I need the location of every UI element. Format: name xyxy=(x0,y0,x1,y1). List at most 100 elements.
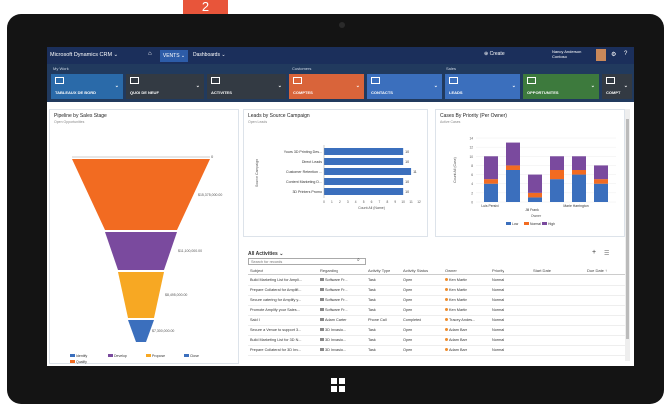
legend-label: Qualify xyxy=(76,360,87,364)
case-bar-segment[interactable] xyxy=(594,183,608,202)
help-icon[interactable]: ? xyxy=(624,51,627,57)
tile-contacts[interactable]: ⌄ CONTACTS xyxy=(367,74,442,99)
user-info[interactable]: Nancy Anderson Contoso xyxy=(552,49,581,59)
table-cell[interactable]: Software Fr... xyxy=(320,278,348,282)
table-cell: Task xyxy=(368,328,376,332)
lead-bar[interactable] xyxy=(324,148,404,155)
column-header[interactable]: Subject xyxy=(250,268,263,273)
case-bar-segment[interactable] xyxy=(594,179,608,184)
scrollbar-thumb[interactable] xyxy=(626,119,629,339)
lead-bar[interactable] xyxy=(324,158,404,165)
table-cell[interactable]: Build Marketing List for 3D N... xyxy=(250,338,302,342)
table-row[interactable]: Secure catering for Amplify y... Software… xyxy=(248,296,628,306)
case-bar-segment[interactable] xyxy=(550,156,564,170)
case-bar-segment[interactable] xyxy=(506,165,520,170)
column-header[interactable]: Activity Status xyxy=(403,268,428,273)
table-cell[interactable]: Adam Barr xyxy=(445,338,467,342)
table-cell[interactable]: Prepare Collateral for 3D Inv... xyxy=(250,348,301,352)
column-header[interactable]: Due Date ↑ xyxy=(587,268,607,273)
case-bar-segment[interactable] xyxy=(594,165,608,180)
app-title[interactable]: Microsoft Dynamics CRM ⌄ xyxy=(50,52,118,58)
tile-opportunites[interactable]: ⌄ OPPORTUNITES xyxy=(523,74,599,99)
table-cell[interactable]: Adam Barr xyxy=(445,328,467,332)
search-icon[interactable]: ⌕ xyxy=(357,257,360,263)
case-bar-segment[interactable] xyxy=(572,174,586,202)
table-cell[interactable]: Software Fr... xyxy=(320,298,348,302)
table-cell[interactable]: Software Fr... xyxy=(320,308,348,312)
table-cell[interactable]: 3D Invasio... xyxy=(320,338,346,342)
case-bar-segment[interactable] xyxy=(572,170,586,175)
create-button[interactable]: ⊕ Create xyxy=(484,51,505,57)
gear-icon[interactable]: ⚙ xyxy=(611,51,616,58)
table-row[interactable]: Secure a Venue to support 3... 3D Invasio… xyxy=(248,326,628,336)
table-cell: Open xyxy=(403,278,413,282)
case-bar-segment[interactable] xyxy=(484,156,498,180)
funnel-top-label: 0 xyxy=(211,154,214,159)
case-bar-segment[interactable] xyxy=(506,170,520,202)
lead-bar[interactable] xyxy=(324,168,412,175)
table-row[interactable]: Prepare Collateral for 3D Inv... 3D Invas… xyxy=(248,346,628,356)
page-scrollbar[interactable] xyxy=(625,109,630,361)
owner-text: Ken Martin xyxy=(449,278,468,282)
tile-comptes[interactable]: ⌄ COMPTES xyxy=(289,74,364,99)
table-cell[interactable]: Ken Martin xyxy=(445,298,467,302)
table-cell[interactable]: Said I xyxy=(250,318,260,322)
column-header[interactable]: Priority xyxy=(492,268,504,273)
case-bar-segment[interactable] xyxy=(484,183,498,202)
tile-leads[interactable]: ⌄ LEADS xyxy=(445,74,520,99)
case-bar-segment[interactable] xyxy=(572,156,586,170)
case-bar-segment[interactable] xyxy=(506,142,520,166)
lead-bar[interactable] xyxy=(324,178,404,185)
case-bar-segment[interactable] xyxy=(528,197,542,202)
table-row[interactable]: Said I Adam Carter Phone Call Completed Trac… xyxy=(248,316,628,326)
grid-view-icon[interactable]: ☰ xyxy=(604,250,609,257)
table-cell: Open xyxy=(403,288,413,292)
nav-sales[interactable]: VENTS ⌄ xyxy=(160,50,188,62)
table-cell[interactable]: Tracey Andes... xyxy=(445,318,475,322)
case-bar-segment[interactable] xyxy=(484,179,498,184)
table-cell[interactable]: 3D Invasio... xyxy=(320,328,346,332)
nav-dashboards[interactable]: Dashboards ⌄ xyxy=(193,52,226,58)
table-cell[interactable]: Adam Carter xyxy=(320,318,347,322)
table-cell[interactable]: Secure a Venue to support 3... xyxy=(250,328,301,332)
table-cell[interactable]: Promote Amplify your Sales... xyxy=(250,308,300,312)
case-bar-segment[interactable] xyxy=(528,174,542,193)
record-icon xyxy=(320,348,324,351)
cases-y-tick: 2 xyxy=(471,191,473,195)
column-header[interactable]: Owner xyxy=(445,268,457,273)
add-icon[interactable]: + xyxy=(592,249,596,256)
table-row[interactable]: Build Marketing List for 3D N... 3D Invas… xyxy=(248,336,628,346)
column-header[interactable]: Start Date xyxy=(533,268,551,273)
search-input[interactable] xyxy=(248,258,366,265)
table-cell[interactable]: Adam Barr xyxy=(445,348,467,352)
cases-y-label: Count:All (Case) xyxy=(453,157,457,183)
tile-tableaux-de-bord[interactable]: ⌄ TABLEAUX DE BORD xyxy=(51,74,123,99)
table-row[interactable]: Promote Amplify your Sales... Software Fr… xyxy=(248,306,628,316)
crm-screen: Microsoft Dynamics CRM ⌄ ⌂ VENTS ⌄ Dashb… xyxy=(47,47,634,366)
table-row[interactable]: Build Marketing List for Ampli... Softwar… xyxy=(248,276,628,286)
windows-logo-icon[interactable] xyxy=(331,378,345,392)
table-cell[interactable]: Ken Martin xyxy=(445,288,467,292)
table-cell[interactable]: Software Fr... xyxy=(320,288,348,292)
tile-activites[interactable]: ⌄ ACTIVITES xyxy=(207,74,286,99)
case-bar-segment[interactable] xyxy=(550,170,564,180)
avatar[interactable] xyxy=(596,49,606,61)
column-header[interactable]: Activity Type xyxy=(368,268,390,273)
tile-compt[interactable]: ⌄ COMPT xyxy=(602,74,632,99)
lead-bar[interactable] xyxy=(324,188,404,195)
case-bar-segment[interactable] xyxy=(550,179,564,202)
table-cell[interactable]: Ken Martin xyxy=(445,308,467,312)
table-cell[interactable]: Ken Martin xyxy=(445,278,467,282)
owner-icon xyxy=(445,338,448,341)
table-cell[interactable]: 3D Invasio... xyxy=(320,348,346,352)
table-cell[interactable]: Prepare Collateral for Amplifi... xyxy=(250,288,302,292)
cases-owner-label: Marie Harrington xyxy=(563,204,588,208)
activities-title[interactable]: All Activities ⌄ xyxy=(248,251,283,257)
table-row[interactable]: Prepare Collateral for Amplifi... Softwar… xyxy=(248,286,628,296)
case-bar-segment[interactable] xyxy=(528,192,542,198)
home-icon[interactable]: ⌂ xyxy=(148,51,152,57)
table-cell[interactable]: Build Marketing List for Ampli... xyxy=(250,278,302,282)
tile-quoi-de-neuf[interactable]: ⌄ QUOI DE NEUF xyxy=(126,74,204,99)
column-header[interactable]: Regarding xyxy=(320,268,338,273)
table-cell[interactable]: Secure catering for Amplify y... xyxy=(250,298,301,302)
